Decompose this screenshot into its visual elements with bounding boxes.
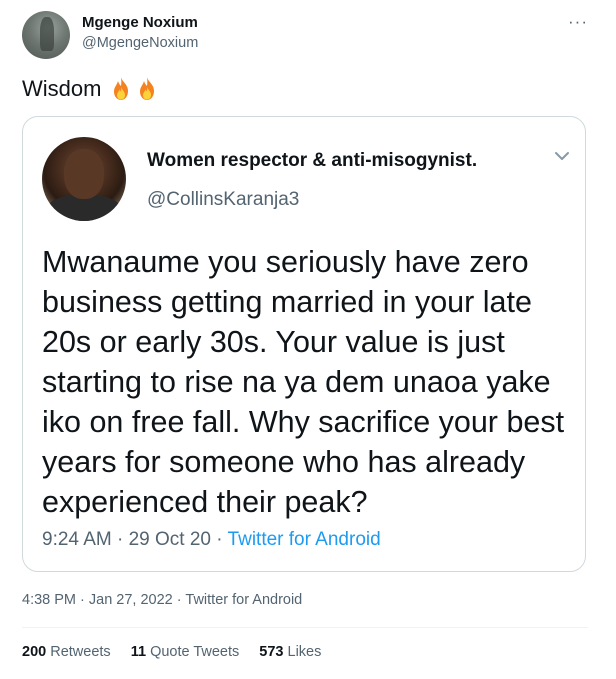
retweets-label: Retweets [50, 644, 111, 660]
likes-stat[interactable]: 573 Likes [259, 644, 321, 660]
chevron-down-icon[interactable] [553, 147, 571, 165]
tweet-stats: 200 Retweets 11 Quote Tweets 573 Likes [22, 644, 321, 660]
tweet-body: Wisdom [22, 76, 102, 101]
quoted-tweet-card[interactable]: Women respector & anti-misogynist. @Coll… [22, 116, 586, 572]
retweets-count: 200 [22, 644, 47, 660]
quoted-tweet-body: Mwanaume you seriously have zero busines… [42, 245, 565, 519]
quoted-time: 9:24 AM [42, 529, 112, 550]
tweet-date[interactable]: Jan 27, 2022 [89, 592, 173, 608]
likes-count: 573 [259, 644, 284, 660]
quotes-count: 11 [130, 644, 147, 660]
retweets-stat[interactable]: 200 Retweets [22, 644, 111, 660]
quoted-source-link[interactable]: Twitter for Android [228, 529, 381, 550]
quotes-label: Quote Tweets [150, 644, 240, 660]
fire-emoji-icon [114, 77, 129, 100]
author-name[interactable]: Mgenge Noxium [82, 14, 198, 31]
fire-emoji-icon [140, 77, 155, 100]
quoted-tweet-meta: 9:24 AM · 29 Oct 20 · Twitter for Androi… [42, 529, 381, 551]
separator: · [216, 529, 228, 550]
quoted-author-name[interactable]: Women respector & anti-misogynist. [147, 150, 477, 172]
emoji-group [109, 76, 159, 102]
quote-tweets-stat[interactable]: 11 Quote Tweets [131, 644, 240, 660]
tweet-time[interactable]: 4:38 PM [22, 592, 76, 608]
tweet-source[interactable]: Twitter for Android [185, 592, 302, 608]
tweet-text: Wisdom [22, 76, 159, 102]
quoted-author-avatar[interactable] [42, 137, 126, 221]
likes-label: Likes [287, 644, 322, 660]
separator: · [117, 529, 129, 550]
author-avatar[interactable] [22, 11, 70, 59]
quoted-author-handle[interactable]: @CollinsKaranja3 [147, 189, 299, 211]
more-options-icon[interactable]: ··· [568, 12, 588, 32]
tweet-meta: 4:38 PM · Jan 27, 2022 · Twitter for And… [22, 592, 302, 608]
separator: · [80, 592, 89, 608]
divider [22, 627, 588, 628]
quoted-date: 29 Oct 20 [128, 529, 211, 550]
author-handle[interactable]: @MgengeNoxium [82, 35, 198, 51]
